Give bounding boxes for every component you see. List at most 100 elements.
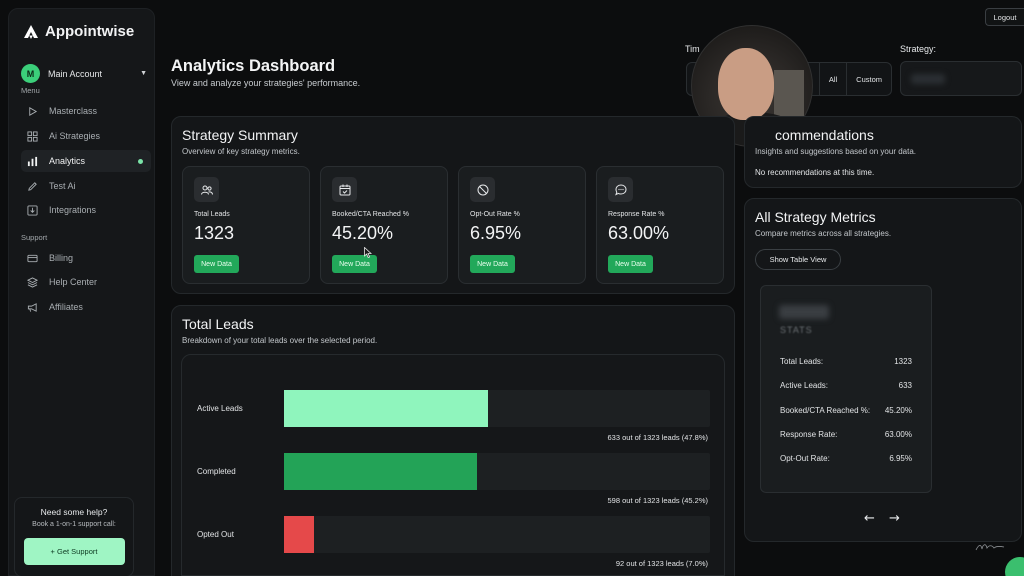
sidebar-item-label: Test Ai xyxy=(49,181,76,191)
page-subtitle: View and analyze your strategies' perfor… xyxy=(171,78,361,88)
sidebar-item-label: Analytics xyxy=(49,156,86,166)
brand-name: Appointwise xyxy=(45,23,135,40)
metric-label: Booked/CTA Reached % xyxy=(332,211,409,218)
sidebar-item-integrations[interactable]: Integrations xyxy=(21,199,151,221)
new-data-button[interactable]: New Data xyxy=(194,255,239,273)
sidebar-item-masterclass[interactable]: Masterclass xyxy=(21,100,151,122)
bar-fill-completed xyxy=(284,453,477,490)
time-option-all[interactable]: All xyxy=(818,63,846,95)
total-leads-subtitle: Breakdown of your total leads over the s… xyxy=(182,336,378,345)
bar-caption-completed: 598 out of 1323 leads (45.2%) xyxy=(607,496,709,505)
bar-label-completed: Completed xyxy=(197,467,236,476)
bar-fill-opted-out xyxy=(284,516,314,553)
total-leads-title: Total Leads xyxy=(182,316,254,332)
sidebar-item-label: Masterclass xyxy=(49,106,98,116)
play-icon xyxy=(27,106,38,117)
all-metrics-title: All Strategy Metrics xyxy=(755,209,876,225)
recommendations-title: commendations xyxy=(775,127,874,143)
metric-value: 6.95% xyxy=(470,223,522,243)
metric-label: Opt-Out Rate % xyxy=(470,211,520,218)
bar-caption-opted-out: 92 out of 1323 leads (7.0%) xyxy=(615,559,708,568)
stat-value: 63.00% xyxy=(884,430,912,439)
metric-label: Response Rate % xyxy=(608,211,665,218)
new-data-button[interactable]: New Data xyxy=(608,255,653,273)
strategy-select[interactable] xyxy=(900,61,1022,96)
show-table-view-button[interactable]: Show Table View xyxy=(755,249,841,270)
metric-value: 63.00% xyxy=(608,223,670,243)
recommendations-subtitle: Insights and suggestions based on your d… xyxy=(755,147,916,156)
get-support-button[interactable]: + Get Support xyxy=(23,538,125,565)
total-leads-chart: Active Leads 633 out of 1323 leads (47.8… xyxy=(181,354,725,576)
brand[interactable]: Appointwise xyxy=(23,23,134,40)
next-arrow-icon[interactable]: → xyxy=(889,511,900,526)
new-data-button[interactable]: New Data xyxy=(470,255,515,273)
sidebar-item-analytics[interactable]: Analytics xyxy=(21,150,151,172)
sidebar-item-ai-strategies[interactable]: Ai Strategies xyxy=(21,125,151,147)
webcam-background-shelf xyxy=(774,70,804,116)
credit-card-icon xyxy=(27,253,38,264)
recommendations-empty-state: No recommendations at this time. xyxy=(755,168,875,177)
metric-card-booked-cta: Booked/CTA Reached % 45.20% New Data xyxy=(320,166,448,284)
strategy-summary-subtitle: Overview of key strategy metrics. xyxy=(182,147,300,156)
time-option-custom[interactable]: Custom xyxy=(846,63,891,95)
metric-card-total-leads: Total Leads 1323 New Data xyxy=(182,166,310,284)
sidebar-item-label: Integrations xyxy=(49,205,97,215)
metric-label: Total Leads xyxy=(194,211,230,218)
metric-value: 45.20% xyxy=(332,223,394,243)
active-indicator-dot xyxy=(138,159,143,164)
sidebar-item-label: Billing xyxy=(49,253,74,263)
users-icon xyxy=(194,177,219,202)
stat-row-booked-cta: Booked/CTA Reached %: 45.20% xyxy=(780,406,912,415)
time-filter-label: Tim xyxy=(685,44,700,54)
bar-label-opted-out: Opted Out xyxy=(197,530,234,539)
account-name: Main Account xyxy=(48,68,103,79)
bar-label-active-leads: Active Leads xyxy=(197,404,243,413)
signature-watermark xyxy=(975,544,1005,551)
sidebar-item-billing[interactable]: Billing xyxy=(21,247,151,269)
strategy-stats-card: STATS Total Leads: 1323 Active Leads: 633 … xyxy=(760,285,932,493)
strategy-filter-label: Strategy: xyxy=(900,44,937,54)
grid-icon xyxy=(27,130,38,142)
bar-track-active-leads xyxy=(284,390,710,427)
stat-value: 633 xyxy=(898,381,912,390)
support-help-box: Need some help? Book a 1-on-1 support ca… xyxy=(14,497,134,576)
sidebar-item-help-center[interactable]: Help Center xyxy=(21,271,151,293)
stat-label: Booked/CTA Reached %: xyxy=(780,406,871,415)
account-switcher[interactable]: M Main Account ▼ xyxy=(21,64,147,83)
sidebar-item-affiliates[interactable]: Affiliates xyxy=(21,296,151,318)
metric-card-opt-out-rate: Opt-Out Rate % 6.95% New Data xyxy=(458,166,586,284)
blurred-strategy-title xyxy=(779,305,829,319)
menu-section-label: Menu xyxy=(21,86,40,95)
stat-value: 6.95% xyxy=(889,454,912,463)
sidebar: Appointwise M Main Account ▼ Menu Master… xyxy=(8,8,155,576)
stat-label: Active Leads: xyxy=(780,381,829,390)
caret-down-icon: ▼ xyxy=(140,70,147,77)
layers-icon xyxy=(27,276,38,288)
stat-value: 45.20% xyxy=(884,406,912,415)
sidebar-item-test-ai[interactable]: Test Ai xyxy=(21,175,151,197)
blurred-strategy-name xyxy=(911,74,945,84)
prev-arrow-icon[interactable]: ← xyxy=(864,511,875,526)
stat-value: 1323 xyxy=(894,357,912,366)
bar-fill-active-leads xyxy=(284,390,488,427)
avatar: M xyxy=(21,64,40,83)
logout-button[interactable]: Logout xyxy=(985,8,1024,26)
strategy-summary-panel: Strategy Summary Overview of key strateg… xyxy=(171,116,735,294)
webcam-person-head xyxy=(718,48,774,120)
stat-row-response-rate: Response Rate: 63.00% xyxy=(780,430,912,439)
metric-card-response-rate: Response Rate % 63.00% New Data xyxy=(596,166,724,284)
sidebar-item-label: Affiliates xyxy=(49,302,83,312)
mouse-cursor-icon xyxy=(364,247,373,258)
chat-widget-button[interactable] xyxy=(1005,557,1024,576)
bar-track-opted-out xyxy=(284,516,710,553)
bar-chart-icon xyxy=(27,156,38,167)
chat-icon xyxy=(608,177,633,202)
support-section-label: Support xyxy=(21,233,48,242)
page-title: Analytics Dashboard xyxy=(171,57,336,75)
stat-row-total-leads: Total Leads: 1323 xyxy=(780,357,912,366)
stat-label: Total Leads: xyxy=(780,357,824,366)
help-title: Need some help? xyxy=(40,507,108,517)
stats-label: STATS xyxy=(780,325,813,335)
appointwise-logo-icon xyxy=(24,24,38,39)
stat-label: Opt-Out Rate: xyxy=(780,454,830,463)
